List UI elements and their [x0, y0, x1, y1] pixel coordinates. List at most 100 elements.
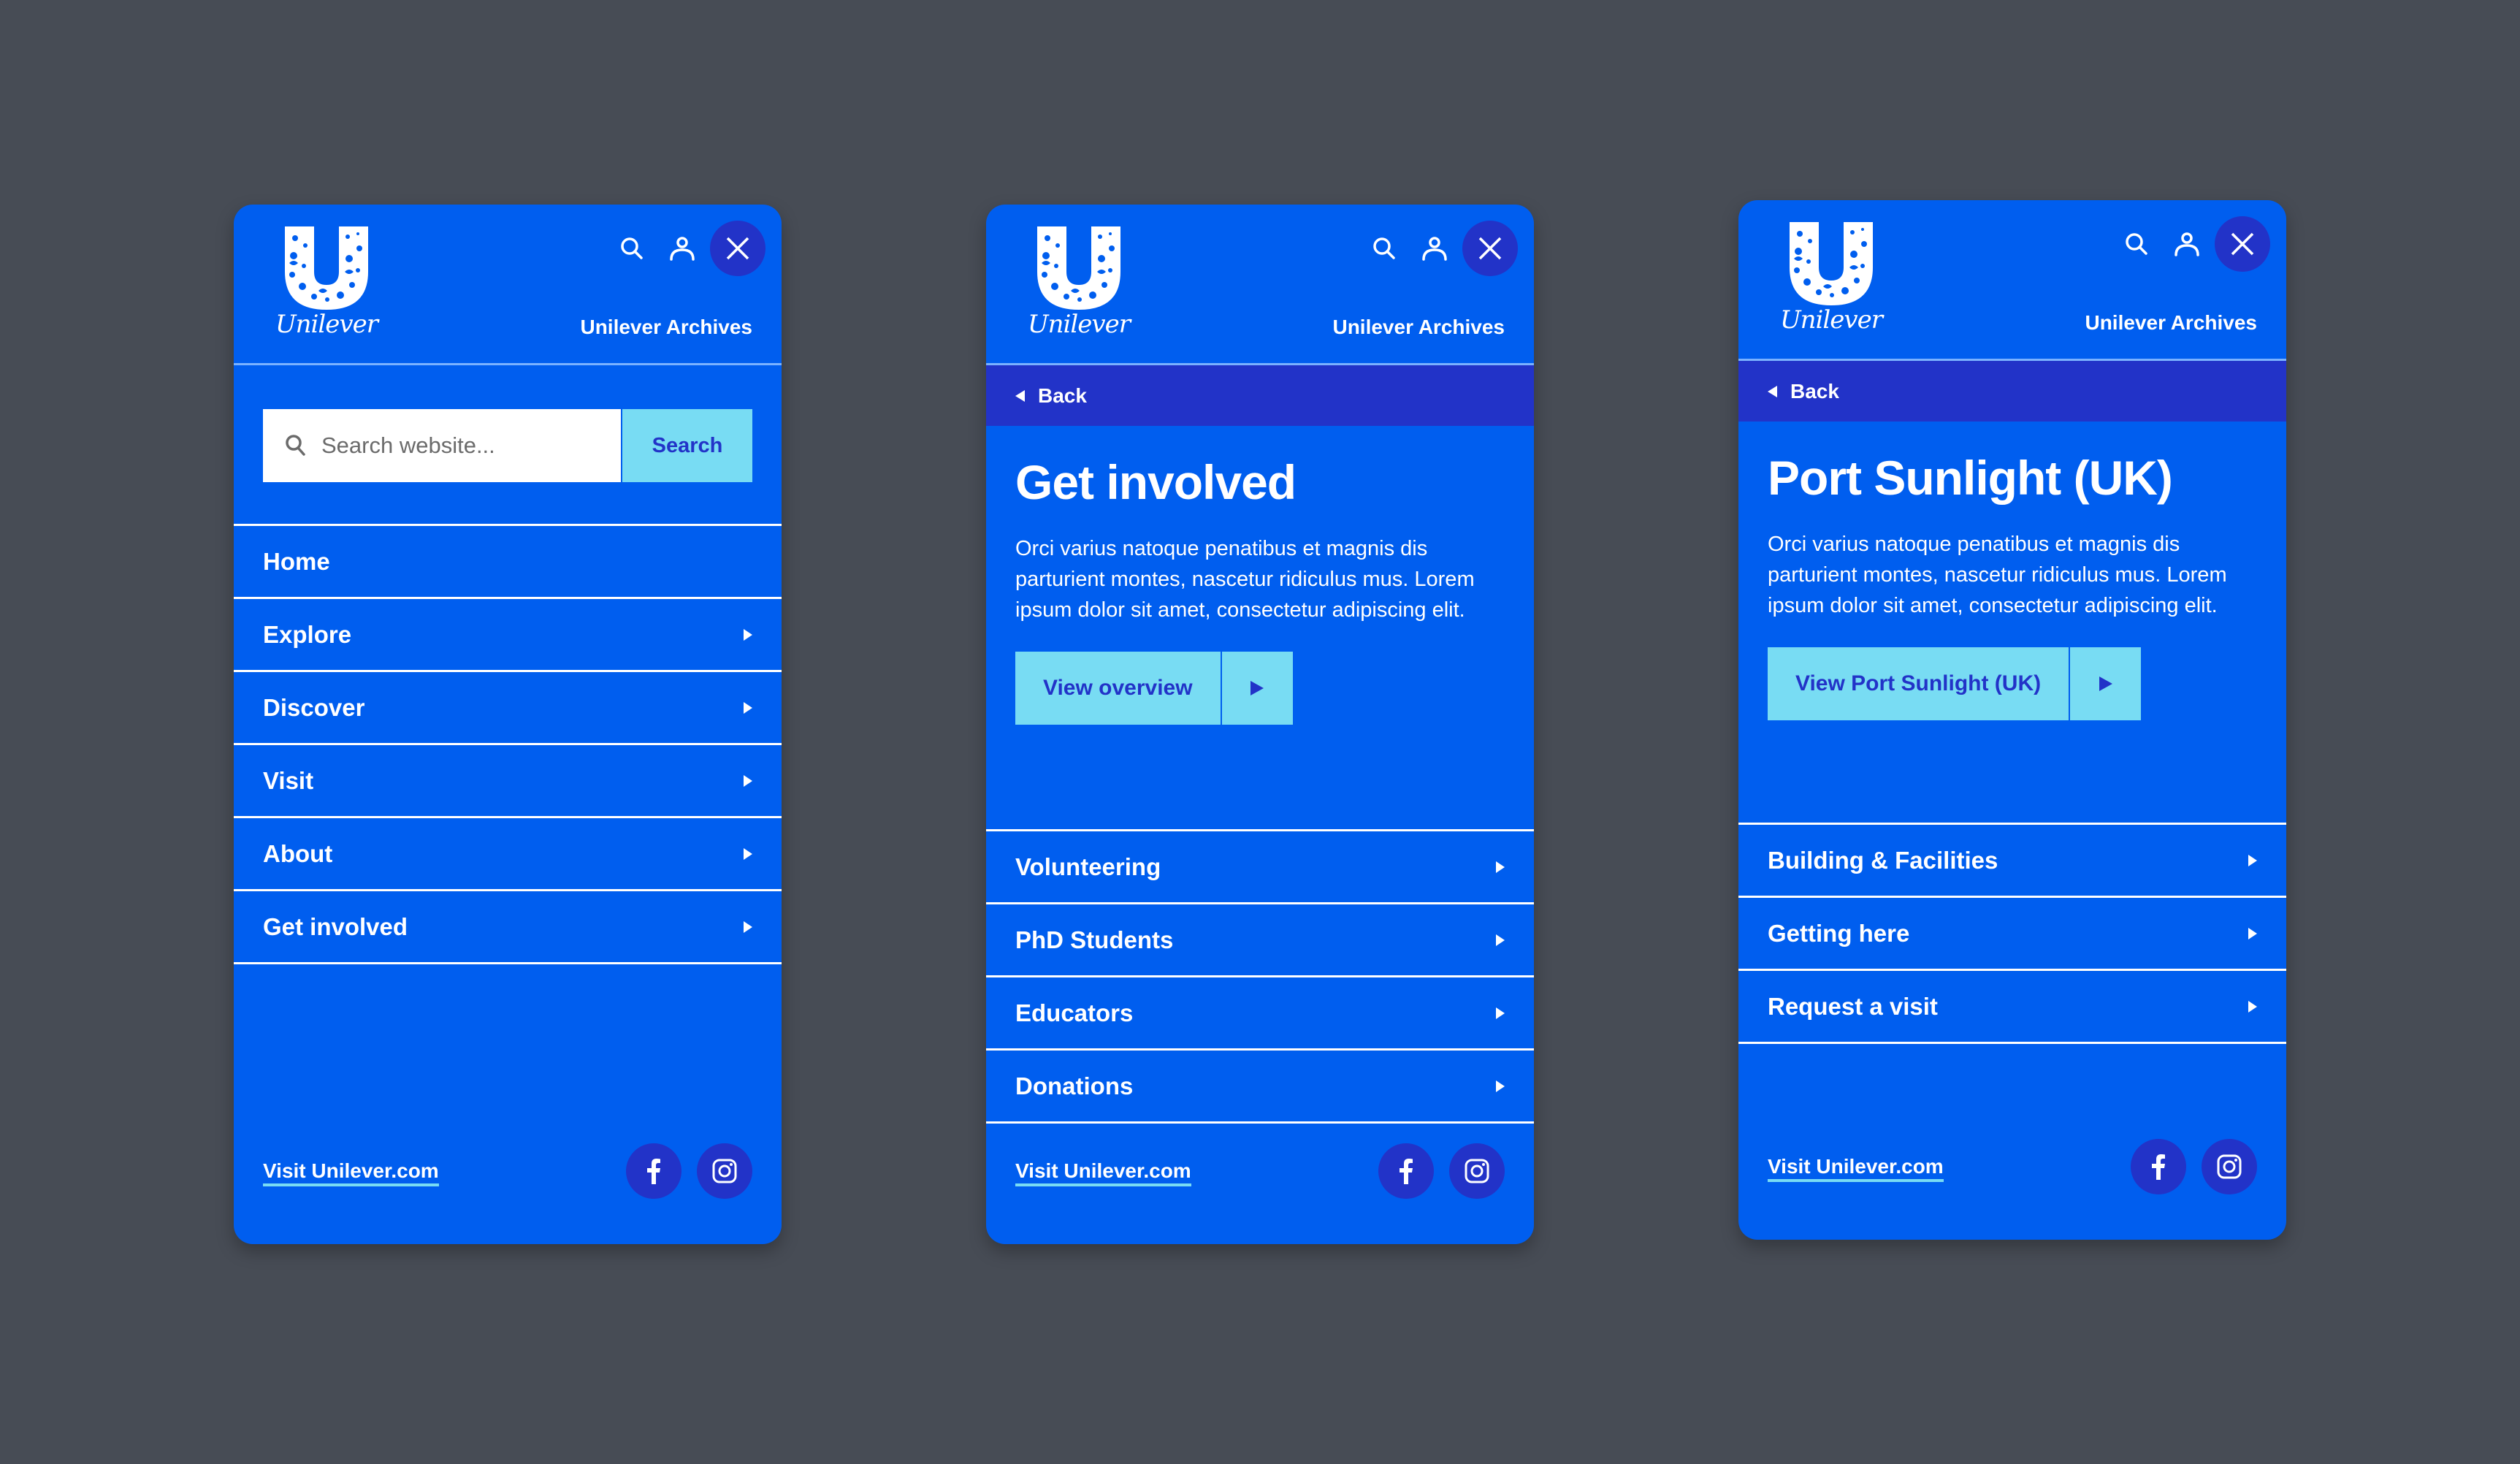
menu-item-get-involved[interactable]: Get involved [234, 891, 782, 964]
unilever-u-icon [1790, 222, 1873, 305]
main-menu: Home Explore Discover Visit About Get in… [234, 524, 782, 964]
menu-item-label: Home [263, 547, 330, 575]
page-title: Get involved [1015, 455, 1297, 509]
mobile-menu-get-involved: Unilever Unilever Archives Back Get invo… [986, 205, 1534, 1244]
submenu: Volunteering PhD Students Educators Dona… [986, 829, 1534, 1124]
facebook-button[interactable] [2131, 1139, 2186, 1194]
footer: Visit Unilever.com [1738, 1137, 2286, 1240]
section-intro: Port Sunlight (UK) Orci varius natoque p… [1768, 449, 2257, 720]
user-icon[interactable] [2174, 231, 2200, 257]
chevron-right-icon [2248, 927, 2257, 939]
header-divider [234, 363, 782, 365]
view-overview-arrow-button[interactable] [1221, 652, 1293, 725]
page-title: Port Sunlight (UK) [1768, 451, 2173, 505]
menu-item-request-visit[interactable]: Request a visit [1738, 971, 2286, 1044]
menu-item-label: Visit [263, 766, 314, 794]
visit-unilever-link[interactable]: Visit Unilever.com [1015, 1159, 1191, 1186]
close-icon [1478, 237, 1502, 260]
menu-item-label: Donations [1015, 1072, 1134, 1099]
header: Unilever Unilever Archives [1738, 200, 2286, 361]
unilever-logo[interactable]: Unilever [1776, 219, 1886, 343]
menu-item-label: Volunteering [1015, 853, 1161, 880]
chevron-right-icon [1496, 861, 1505, 873]
instagram-icon [712, 1159, 737, 1183]
chevron-right-icon [1496, 1007, 1505, 1019]
chevron-right-icon [1496, 1080, 1505, 1092]
caret-left-icon [1015, 389, 1025, 402]
search-form: Search [263, 409, 752, 482]
visit-unilever-link[interactable]: Visit Unilever.com [1768, 1155, 1944, 1182]
unilever-u-icon [1037, 226, 1120, 310]
instagram-button[interactable] [697, 1143, 752, 1199]
cta-group: View Port Sunlight (UK) [1768, 647, 2257, 720]
back-label: Back [1790, 379, 1839, 403]
header: Unilever Unilever Archives [986, 205, 1534, 365]
search-input[interactable] [321, 432, 614, 459]
site-title: Unilever Archives [580, 316, 752, 338]
close-icon [2231, 232, 2254, 256]
chevron-right-icon [744, 920, 752, 933]
search-icon [286, 435, 305, 456]
mobile-menu-main: Unilever Unilever Archives Search Home E… [234, 205, 782, 1244]
section-intro: Get involved Orci varius natoque penatib… [1015, 453, 1505, 725]
section-description: Orci varius natoque penatibus et magnis … [1015, 537, 1475, 622]
chevron-right-icon [744, 628, 752, 641]
menu-item-building-facilities[interactable]: Building & Facilities [1738, 825, 2286, 898]
footer: Visit Unilever.com [986, 1142, 1534, 1244]
menu-item-getting-here[interactable]: Getting here [1738, 898, 2286, 971]
facebook-button[interactable] [626, 1143, 681, 1199]
cta-group: View overview [1015, 652, 1505, 725]
logo-wordmark: Unilever [1779, 305, 1883, 335]
facebook-icon [1400, 1159, 1413, 1184]
search-field[interactable] [263, 409, 621, 482]
site-title: Unilever Archives [2085, 311, 2257, 334]
back-label: Back [1038, 384, 1087, 407]
menu-item-phd-students[interactable]: PhD Students [986, 904, 1534, 977]
caret-left-icon [1768, 385, 1777, 397]
unilever-u-icon [285, 226, 368, 310]
close-button[interactable] [1462, 221, 1518, 276]
logo-wordmark: Unilever [275, 310, 378, 339]
menu-item-label: Discover [263, 693, 365, 721]
chevron-right-icon [744, 701, 752, 714]
instagram-button[interactable] [1449, 1143, 1505, 1199]
logo-wordmark: Unilever [1027, 310, 1131, 339]
menu-item-explore[interactable]: Explore [234, 599, 782, 672]
close-button[interactable] [710, 221, 765, 276]
menu-item-home[interactable]: Home [234, 526, 782, 599]
view-port-sunlight-button[interactable]: View Port Sunlight (UK) [1768, 647, 2069, 720]
facebook-icon [647, 1159, 660, 1184]
unilever-logo[interactable]: Unilever [272, 224, 381, 348]
menu-item-label: Get involved [263, 912, 408, 940]
menu-item-about[interactable]: About [234, 818, 782, 891]
menu-item-donations[interactable]: Donations [986, 1051, 1534, 1124]
search-button[interactable]: Search [622, 409, 752, 482]
chevron-right-icon [2248, 854, 2257, 866]
unilever-logo[interactable]: Unilever [1024, 224, 1134, 348]
search-icon[interactable] [1371, 235, 1397, 262]
back-button[interactable]: Back [1738, 361, 2286, 422]
header: Unilever Unilever Archives [234, 205, 782, 365]
menu-item-label: Request a visit [1768, 992, 1938, 1020]
visit-unilever-link[interactable]: Visit Unilever.com [263, 1159, 439, 1186]
instagram-icon [2217, 1154, 2242, 1179]
facebook-button[interactable] [1378, 1143, 1434, 1199]
menu-item-label: Educators [1015, 999, 1134, 1026]
section-description: Orci varius natoque penatibus et magnis … [1768, 533, 2227, 617]
menu-item-label: Explore [263, 620, 352, 648]
back-button[interactable]: Back [986, 365, 1534, 426]
facebook-icon [2152, 1154, 2165, 1180]
menu-item-discover[interactable]: Discover [234, 672, 782, 745]
user-icon[interactable] [1421, 235, 1448, 262]
menu-item-volunteering[interactable]: Volunteering [986, 831, 1534, 904]
view-port-sunlight-arrow-button[interactable] [2070, 647, 2142, 720]
menu-item-visit[interactable]: Visit [234, 745, 782, 818]
view-overview-button[interactable]: View overview [1015, 652, 1221, 725]
instagram-button[interactable] [2202, 1139, 2257, 1194]
menu-item-educators[interactable]: Educators [986, 977, 1534, 1051]
play-arrow-icon [2099, 676, 2112, 691]
user-icon[interactable] [669, 235, 695, 262]
close-button[interactable] [2215, 216, 2270, 272]
search-icon[interactable] [2123, 231, 2150, 257]
search-icon[interactable] [619, 235, 645, 262]
